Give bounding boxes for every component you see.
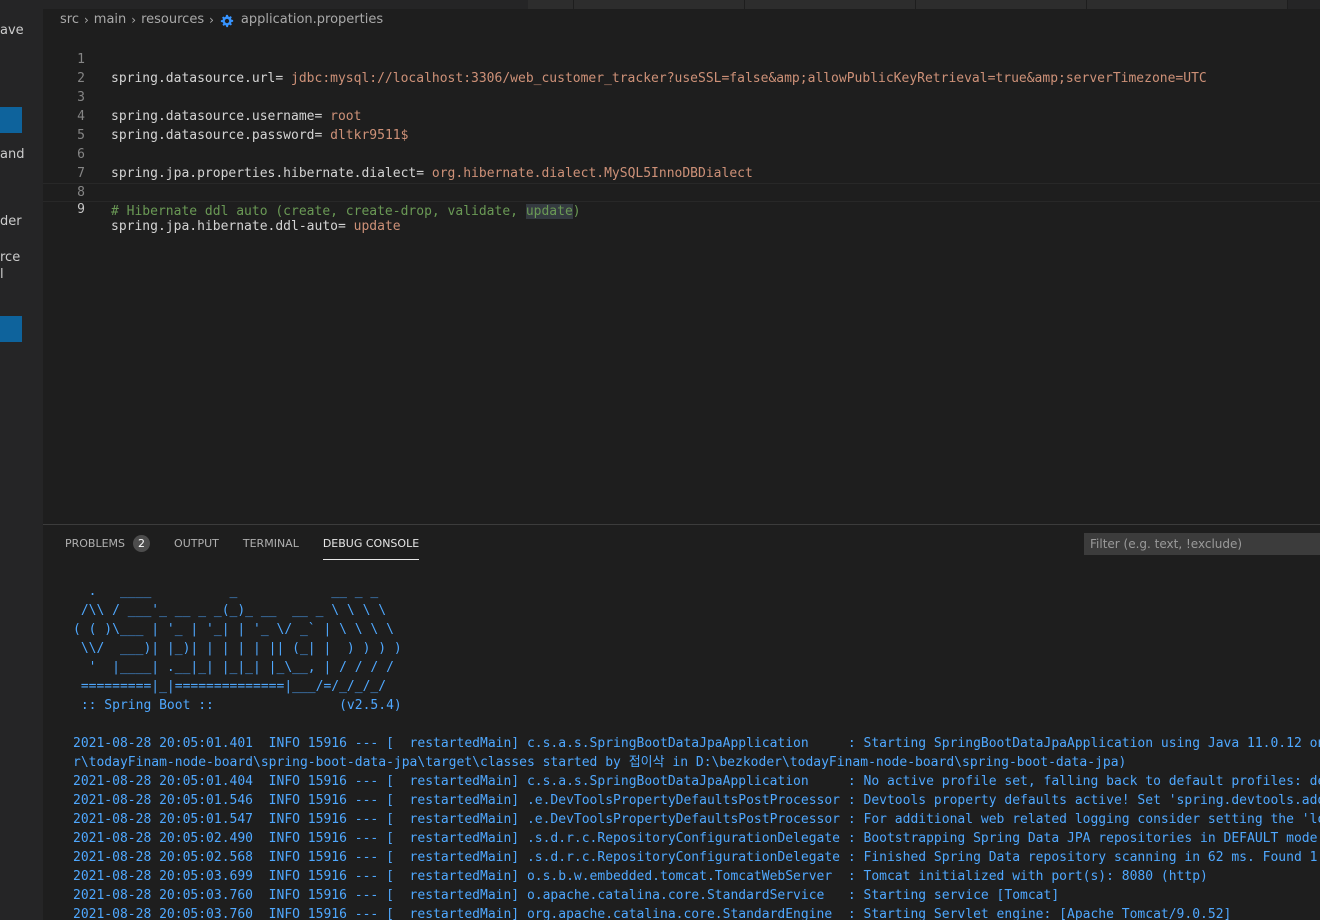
breadcrumb-item-file[interactable]: application.properties <box>240 9 384 31</box>
console-line: 2021-08-28 20:05:01.546 INFO 15916 --- [… <box>73 793 1320 808</box>
comment-text: # Hibernate ddl auto (create, create-dro… <box>111 204 526 219</box>
debug-console-output: . ____ _ __ _ _ /\\ / ___'_ __ _ _(_)_ _… <box>73 582 1320 920</box>
chevron-right-icon: › <box>131 13 137 27</box>
console-line: ( ( )\___ | '_ | '_| | '_ \/ _` | \ \ \ … <box>73 622 394 637</box>
editor-tab[interactable] <box>745 0 916 9</box>
editor-tab[interactable] <box>1087 0 1288 9</box>
panel-tabs: PROBLEMS 2 OUTPUT TERMINAL DEBUG CONSOLE <box>65 534 443 560</box>
code-line: 4 spring.datasource.password= dltkr9511$ <box>43 88 1320 143</box>
console-line: 2021-08-28 20:05:01.404 INFO 15916 --- [… <box>73 774 1320 789</box>
editor-tab-strip <box>43 0 1320 9</box>
sidebar-text: rce <box>0 250 21 265</box>
tab-problems[interactable]: PROBLEMS 2 <box>65 534 151 560</box>
filter-input[interactable] <box>1084 533 1320 555</box>
console-line: . ____ _ __ _ _ <box>73 584 379 599</box>
code-line: 7 <box>43 145 1320 181</box>
console-line: r\todayFinam-node-board\spring-boot-data… <box>73 755 1127 770</box>
editor-tab[interactable] <box>574 0 745 9</box>
sidebar-button[interactable] <box>0 107 22 133</box>
property-value: update <box>353 219 401 234</box>
sidebar-text: l <box>0 267 4 282</box>
code-line: 2 <box>43 50 1320 86</box>
editor-tab[interactable] <box>916 0 1087 9</box>
console-line: 2021-08-28 20:05:02.490 INFO 15916 --- [… <box>73 831 1320 846</box>
comment-text: ) <box>572 204 581 219</box>
code-line: 1 spring.datasource.url= jdbc:mysql://lo… <box>43 31 1320 86</box>
comment-highlight: update <box>525 204 573 219</box>
line-number: 9 <box>77 202 85 217</box>
console-line: 2021-08-28 20:05:03.760 INFO 15916 --- [… <box>73 907 1232 920</box>
code-line: 6 spring.jpa.properties.hibernate.dialec… <box>43 126 1320 181</box>
code-line: 3 spring.datasource.username= root <box>43 69 1320 124</box>
tab-label: DEBUG CONSOLE <box>322 537 420 550</box>
console-line: 2021-08-28 20:05:03.760 INFO 15916 --- [… <box>73 888 1060 903</box>
tab-terminal[interactable]: TERMINAL <box>243 534 299 560</box>
breadcrumb-item-main[interactable]: main <box>93 9 127 31</box>
breadcrumb: src › main › resources › application.pro… <box>59 9 384 31</box>
tab-label: PROBLEMS <box>65 537 126 550</box>
tab-label: TERMINAL <box>242 537 299 550</box>
console-line: :: Spring Boot :: (v2.5.4) <box>73 698 402 713</box>
console-line: ' |____| .__|_| |_|_| |_\__, | / / / / <box>73 660 394 675</box>
bottom-panel: PROBLEMS 2 OUTPUT TERMINAL DEBUG CONSOLE… <box>43 524 1320 920</box>
sidebar-text: and <box>0 147 25 162</box>
console-line: 2021-08-28 20:05:01.547 INFO 15916 --- [… <box>73 812 1320 827</box>
chevron-right-icon: › <box>83 13 89 27</box>
tab-label: OUTPUT <box>174 537 219 550</box>
code-line: 8 # Hibernate ddl auto (create, create-d… <box>43 164 1320 219</box>
sidebar-text: der <box>0 214 22 229</box>
breadcrumb-item-src[interactable]: src <box>59 9 80 31</box>
property-key: spring.jpa.hibernate.ddl-auto= <box>111 219 354 234</box>
console-line: 2021-08-28 20:05:01.401 INFO 15916 --- [… <box>73 736 1320 751</box>
tab-debug-console[interactable]: DEBUG CONSOLE <box>322 534 420 560</box>
console-line: 2021-08-28 20:05:02.568 INFO 15916 --- [… <box>73 850 1320 865</box>
tab-output[interactable]: OUTPUT <box>174 534 219 560</box>
code-editor[interactable]: 1 spring.datasource.url= jdbc:mysql://lo… <box>43 31 1320 524</box>
breadcrumb-item-resources[interactable]: resources <box>140 9 205 31</box>
editor-tab[interactable] <box>528 0 574 9</box>
console-line: \\/ ___)| |_)| | | | | || (_| | ) ) ) ) <box>73 641 402 656</box>
chevron-right-icon: › <box>209 13 214 27</box>
explorer-sidebar: ave and der rce l <box>0 0 43 920</box>
problems-count-badge: 2 <box>133 535 151 552</box>
sidebar-text: ave <box>0 23 24 38</box>
gear-icon <box>220 14 234 28</box>
sidebar-button[interactable] <box>0 316 22 342</box>
console-line: =========|_|==============|___/=/_/_/_/ <box>73 679 387 694</box>
console-line: /\\ / ___'_ __ _ _(_)_ __ __ _ \ \ \ \ <box>73 603 387 618</box>
console-line: 2021-08-28 20:05:03.699 INFO 15916 --- [… <box>73 869 1208 884</box>
code-line: 5 <box>43 107 1320 143</box>
code-line-current: 9 spring.jpa.hibernate.ddl-auto= update <box>43 183 1320 234</box>
